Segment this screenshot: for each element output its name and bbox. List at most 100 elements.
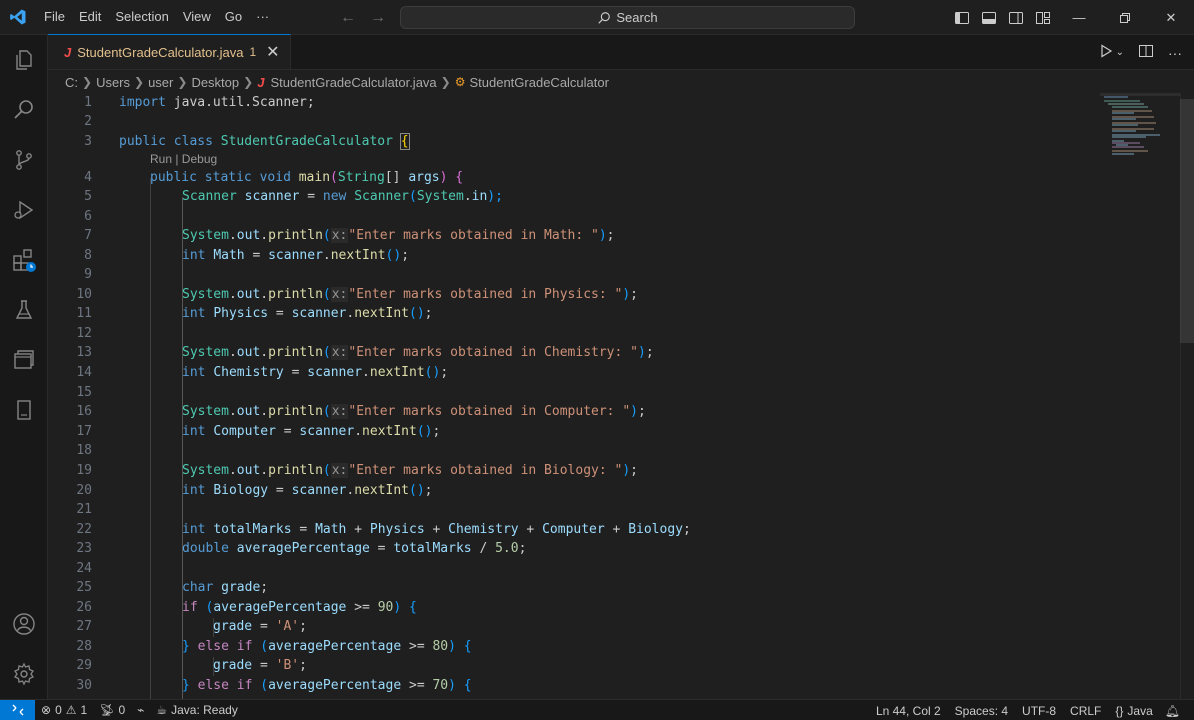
token: ; [260,580,269,595]
remote-explorer-icon[interactable] [0,335,48,385]
line-number: 14 [76,365,92,380]
token: ; [299,658,307,673]
toggle-panel-icon[interactable] [975,0,1002,35]
token: else [197,639,229,654]
menu-file[interactable]: File [37,5,72,29]
token: ( [260,678,269,693]
status-bar: ⊗ 0 ⚠ 1 📡︎ 0 ⌁ ☕︎ Java: Ready Ln 44, Col… [0,699,1194,720]
more-actions-icon[interactable]: ··· [1168,45,1182,61]
notifications-bell-icon[interactable]: 🔔︎ [1159,700,1186,720]
menu-go[interactable]: Go [218,5,249,29]
minimize-icon[interactable]: — [1056,0,1102,35]
toggle-secondary-sidebar-icon[interactable] [1002,0,1029,35]
line-number: 5 [84,189,92,204]
indent-guide [150,178,151,699]
breadcrumb-drive[interactable]: C: [65,75,78,90]
toggle-primary-sidebar-icon[interactable] [948,0,975,35]
token: ) [448,678,464,693]
code-text: System.out.println(x:"Enter marks obtain… [182,345,654,360]
token: new [322,189,347,204]
line-number: 13 [76,345,92,360]
code-text: Scanner scanner = new Scanner(System.in)… [182,189,503,204]
scrollbar-thumb[interactable] [1180,99,1194,343]
token: if [236,639,253,654]
tab-student-grade-calculator[interactable]: J StudentGradeCalculator.java 1 ✕ [48,34,291,69]
token: Physics [369,522,425,537]
run-java-icon[interactable] [1098,43,1114,62]
breadcrumb-desktop[interactable]: Desktop [191,75,239,90]
run-debug-codelens[interactable]: Run | Debug [150,152,217,166]
customize-layout-icon[interactable] [1029,0,1056,35]
breadcrumb-user[interactable]: user [148,75,173,90]
manage-gear-icon[interactable] [0,649,48,699]
code-editor[interactable]: 1 import java.util.Scanner; 2 3 public c… [48,93,1194,699]
menu-view[interactable]: View [176,5,218,29]
code-text: char grade; [182,580,268,595]
forward-arrow-icon[interactable]: → [370,9,386,27]
string-literal: "Enter marks obtained in Biology: " [348,463,623,478]
breadcrumb-file[interactable]: StudentGradeCalculator.java [270,75,436,90]
line-number: 10 [76,287,92,302]
token: Scanner [354,189,410,204]
breadcrumb-users[interactable]: Users [96,75,130,90]
close-window-icon[interactable]: ✕ [1148,0,1194,35]
accounts-icon[interactable] [0,599,48,649]
line-number: 18 [76,443,92,458]
menu-edit[interactable]: Edit [72,5,108,29]
language-mode[interactable]: {} Java [1109,700,1158,720]
minimap[interactable] [1100,93,1180,163]
string-literal: "Enter marks obtained in Chemistry: " [348,345,638,360]
run-debug-icon[interactable] [0,185,48,235]
remote-indicator-icon[interactable] [0,699,35,720]
menu-selection[interactable]: Selection [108,5,175,29]
explorer-icon[interactable] [0,35,48,85]
problems-indicator[interactable]: ⊗ 0 ⚠ 1 [35,700,93,720]
debug-launch-indicator[interactable]: ⌁ [131,700,150,720]
line-number: 12 [76,326,92,341]
vertical-scrollbar[interactable] [1180,93,1194,699]
line-number: 24 [76,561,92,576]
token: char [182,580,214,595]
code-text: double averagePercentage = totalMarks / … [182,541,526,556]
variable-name: Physics [213,306,269,321]
token: if [182,600,198,615]
breadcrumb-symbol[interactable]: StudentGradeCalculator [469,75,608,90]
token: averagePercentage [213,600,347,615]
token: Chemistry [448,522,519,537]
variable-name: Chemistry [213,365,284,380]
search-view-icon[interactable] [0,85,48,135]
indentation[interactable]: Spaces: 4 [949,700,1016,720]
code-text: import java.util.Scanner; [119,95,315,110]
token: = [299,189,323,204]
warning-icon: ⚠ [65,703,77,717]
restore-icon[interactable] [1102,0,1148,35]
menu-bar: File Edit Selection View Go ··· [37,0,276,35]
chevron-down-icon[interactable]: ⌄ [1116,47,1124,58]
line-ending[interactable]: CRLF [1064,700,1109,720]
extensions-icon[interactable] [0,235,48,285]
token: ) [439,170,456,185]
line-number: 17 [76,424,92,439]
tab-problem-count: 1 [249,45,257,59]
back-arrow-icon[interactable]: ← [340,9,356,27]
line-number: 2 [84,114,92,129]
cursor-position[interactable]: Ln 44, Col 2 [870,700,949,720]
testing-flask-icon[interactable] [0,285,48,335]
encoding[interactable]: UTF-8 [1016,700,1064,720]
menu-more[interactable]: ··· [249,5,276,29]
bookmark-panel-icon[interactable] [0,385,48,435]
token: if [236,678,253,693]
ports-indicator[interactable]: 📡︎ 0 [93,700,131,720]
navigation-arrows: ← → [340,0,386,35]
source-control-icon[interactable] [0,135,48,185]
split-editor-icon[interactable] [1138,43,1154,62]
command-center-search[interactable]: Search [400,6,855,29]
java-status[interactable]: ☕︎ Java: Ready [150,700,243,720]
token: averagePercentage [236,541,370,556]
line-number: 1 [84,95,92,110]
close-icon[interactable]: ✕ [266,42,279,62]
token: totalMarks [213,522,292,537]
